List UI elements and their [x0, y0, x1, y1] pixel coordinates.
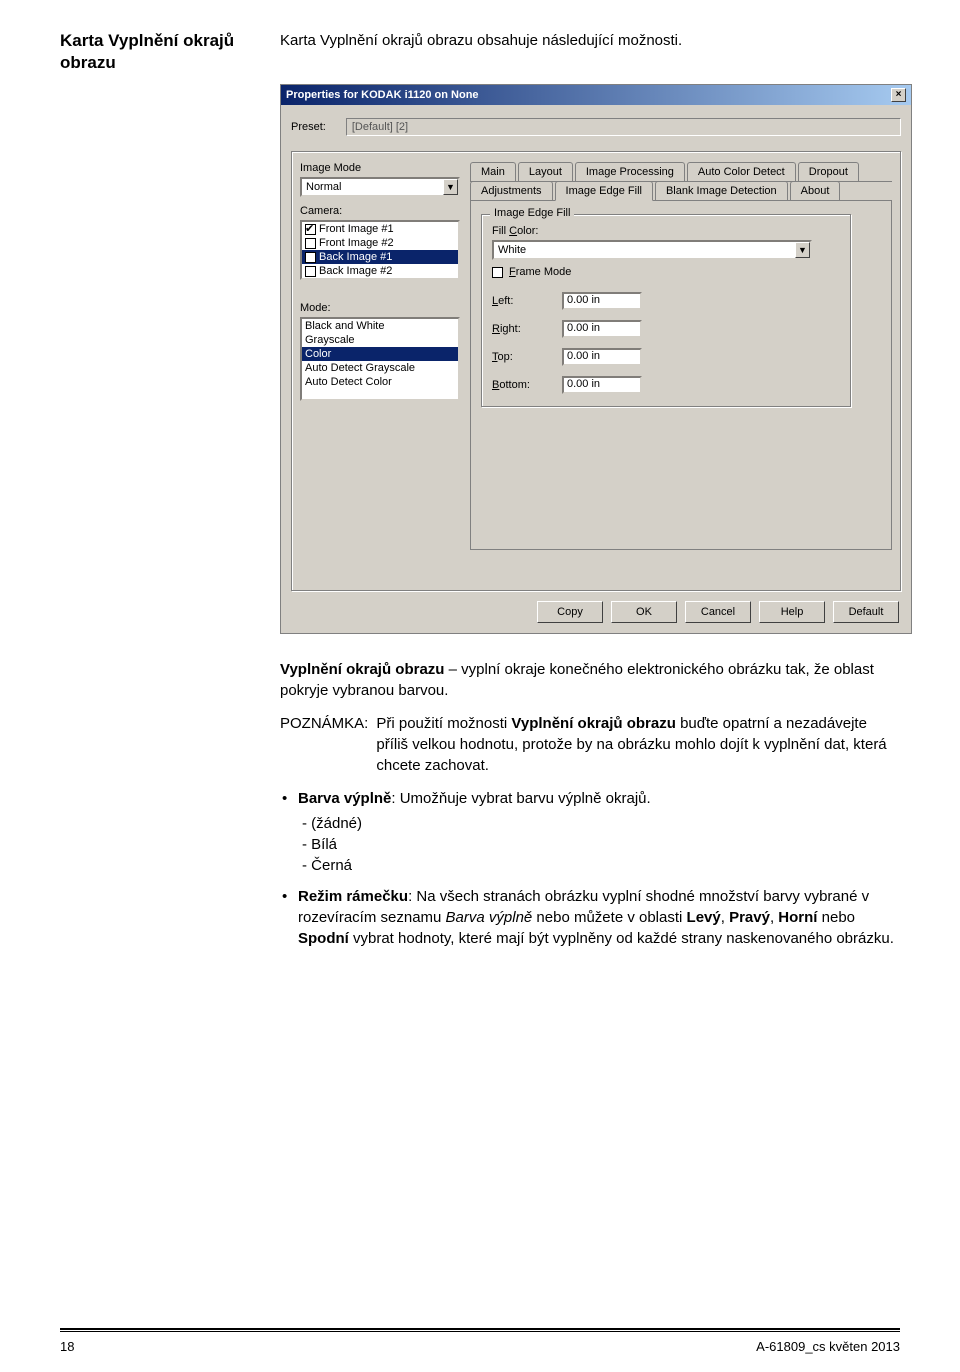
- checkbox-icon[interactable]: [305, 266, 316, 277]
- para-strong: Vyplnění okrajů obrazu: [280, 661, 444, 678]
- tab-about[interactable]: About: [790, 181, 841, 200]
- group-legend: Image Edge Fill: [490, 207, 574, 219]
- chevron-down-icon[interactable]: ▼: [795, 242, 810, 258]
- b2-pravy: Pravý: [729, 909, 770, 926]
- top-input[interactable]: 0.00 in: [562, 348, 642, 366]
- camera-item[interactable]: Front Image #2: [302, 236, 458, 250]
- tab-adjustments[interactable]: Adjustments: [470, 181, 553, 200]
- help-button[interactable]: Help: [759, 601, 825, 623]
- left-input[interactable]: 0.00 in: [562, 292, 642, 310]
- camera-item-label: Back Image #2: [319, 265, 392, 277]
- footer-rule: [60, 1328, 900, 1332]
- image-mode-combo[interactable]: Normal ▼: [300, 177, 460, 197]
- preset-field[interactable]: [Default] [2]: [346, 118, 901, 136]
- tab-layout[interactable]: Layout: [518, 162, 573, 181]
- fill-color-combo[interactable]: White ▼: [492, 240, 812, 260]
- frame-mode-label: Frame Mode: [509, 266, 571, 278]
- mode-item[interactable]: Color: [302, 347, 458, 361]
- tab-panel: Image Edge Fill Fill Color: White ▼ Fram…: [470, 200, 892, 550]
- image-mode-label: Image Mode: [300, 162, 460, 174]
- bullet-frame-mode: Režim rámečku: Na všech stranách obrázku…: [280, 886, 900, 949]
- right-label: Right:: [492, 323, 552, 335]
- fill-color-value: White: [498, 244, 526, 256]
- bullet-fill-color: Barva výplně: Umožňuje vybrat barvu výpl…: [280, 788, 900, 876]
- note-a: Při použití možnosti: [376, 715, 511, 732]
- mode-label: Mode:: [300, 302, 460, 314]
- copy-button[interactable]: Copy: [537, 601, 603, 623]
- b2-horni: Horní: [778, 909, 817, 926]
- default-button[interactable]: Default: [833, 601, 899, 623]
- camera-listbox[interactable]: Front Image #1 Front Image #2 Back Image #…: [300, 220, 460, 280]
- bottom-label: Bottom:: [492, 379, 552, 391]
- tabs-row-2: AdjustmentsImage Edge FillBlank Image De…: [470, 181, 892, 201]
- tab-image-processing[interactable]: Image Processing: [575, 162, 685, 181]
- mode-item[interactable]: Black and White: [302, 319, 458, 333]
- camera-item[interactable]: Front Image #1: [302, 222, 458, 236]
- tab-auto-color-detect[interactable]: Auto Color Detect: [687, 162, 796, 181]
- dialog-titlebar: Properties for KODAK i1120 on None ×: [281, 85, 911, 105]
- camera-item-label: Front Image #2: [319, 237, 394, 249]
- dialog-button-row: Copy OK Cancel Help Default: [291, 601, 901, 623]
- note-label: POZNÁMKA:: [280, 713, 368, 776]
- b2-c1: ,: [721, 909, 729, 926]
- checkbox-icon[interactable]: [305, 224, 316, 235]
- right-input[interactable]: 0.00 in: [562, 320, 642, 338]
- tab-image-edge-fill[interactable]: Image Edge Fill: [555, 181, 653, 201]
- tab-dropout[interactable]: Dropout: [798, 162, 859, 181]
- properties-dialog: Properties for KODAK i1120 on None × Pre…: [280, 84, 912, 634]
- doc-id: A-61809_cs květen 2013: [756, 1339, 900, 1354]
- top-label: Top:: [492, 351, 552, 363]
- fill-color-options: - (žádné) - Bílá - Černá: [298, 813, 900, 876]
- footer: 18 A-61809_cs květen 2013: [60, 1339, 900, 1354]
- camera-label: Camera:: [300, 205, 460, 217]
- mode-item[interactable]: Auto Detect Grayscale: [302, 361, 458, 375]
- tab-main[interactable]: Main: [470, 162, 516, 181]
- note-body: Při použití možnosti Vyplnění okrajů obr…: [376, 713, 900, 776]
- camera-item-label: Front Image #1: [319, 223, 394, 235]
- opt-black: - Černá: [298, 855, 900, 876]
- para-vyplneni: Vyplnění okrajů obrazu – vyplní okraje k…: [280, 659, 900, 701]
- page-number: 18: [60, 1339, 74, 1354]
- left-label: Left:: [492, 295, 552, 307]
- opt-none: - (žádné): [298, 813, 900, 834]
- close-icon[interactable]: ×: [891, 88, 906, 102]
- opt-white: - Bílá: [298, 834, 900, 855]
- b2-c3: nebo: [817, 909, 855, 926]
- image-mode-value: Normal: [306, 181, 341, 193]
- checkbox-icon[interactable]: [305, 238, 316, 249]
- b2-em: Barva výplně: [446, 909, 533, 926]
- intro-text: Karta Vyplnění okrajů obrazu obsahuje ná…: [280, 30, 900, 74]
- b2-b: nebo můžete v oblasti: [532, 909, 686, 926]
- note-strong: Vyplnění okrajů obrazu: [511, 715, 675, 732]
- b2-strong: Režim rámečku: [298, 888, 408, 905]
- mode-listbox[interactable]: Black and WhiteGrayscaleColorAuto Detect…: [300, 317, 460, 401]
- tabs-row-1: MainLayoutImage ProcessingAuto Color Det…: [470, 162, 892, 182]
- b1-strong: Barva výplně: [298, 790, 391, 807]
- b2-levy: Levý: [687, 909, 721, 926]
- camera-item-label: Back Image #1: [319, 251, 392, 263]
- fill-color-label: Fill Color:: [492, 225, 840, 237]
- camera-item[interactable]: Back Image #2: [302, 264, 458, 278]
- section-heading: Karta Vyplnění okrajů obrazu: [60, 30, 260, 74]
- tab-blank-image-detection[interactable]: Blank Image Detection: [655, 181, 788, 200]
- image-edge-fill-group: Image Edge Fill Fill Color: White ▼ Fram…: [481, 214, 851, 407]
- b1-rest: : Umožňuje vybrat barvu výplně okrajů.: [391, 790, 650, 807]
- b2-c: vybrat hodnoty, které mají být vyplněny …: [349, 930, 894, 947]
- mode-item[interactable]: Grayscale: [302, 333, 458, 347]
- preset-label: Preset:: [291, 121, 326, 133]
- checkbox-icon[interactable]: [305, 252, 316, 263]
- note-block: POZNÁMKA: Při použití možnosti Vyplnění …: [280, 713, 900, 776]
- ok-button[interactable]: OK: [611, 601, 677, 623]
- mode-item[interactable]: Auto Detect Color: [302, 375, 458, 389]
- body-text: Vyplnění okrajů obrazu – vyplní okraje k…: [280, 659, 900, 949]
- camera-item[interactable]: Back Image #1: [302, 250, 458, 264]
- chevron-down-icon[interactable]: ▼: [443, 179, 458, 195]
- frame-mode-checkbox[interactable]: [492, 267, 503, 278]
- bottom-input[interactable]: 0.00 in: [562, 376, 642, 394]
- cancel-button[interactable]: Cancel: [685, 601, 751, 623]
- b2-spodni: Spodní: [298, 930, 349, 947]
- dialog-title: Properties for KODAK i1120 on None: [286, 89, 479, 101]
